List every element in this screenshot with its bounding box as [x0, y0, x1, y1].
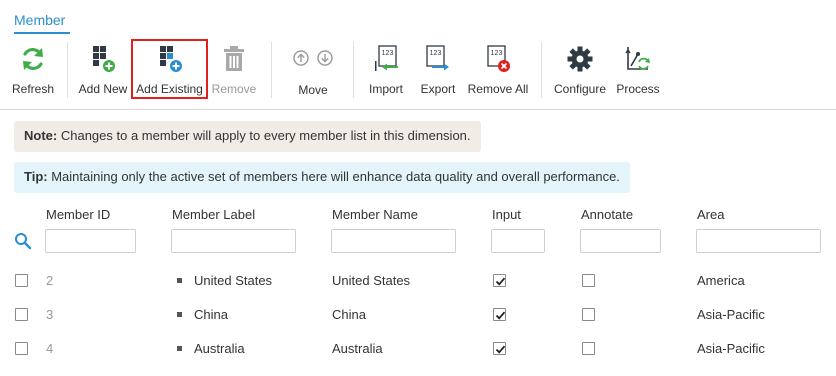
tab-member[interactable]: Member	[14, 12, 65, 28]
member-label: China	[194, 307, 228, 322]
row-select-checkbox[interactable]	[15, 274, 28, 287]
process-button[interactable]: Process	[612, 36, 664, 108]
member-label: Australia	[194, 341, 245, 356]
export-label: Export	[420, 82, 456, 96]
area: America	[697, 273, 745, 288]
export-icon: 123	[423, 44, 453, 74]
toolbar: Refresh Add New Add Existing Remove Move…	[0, 36, 836, 110]
member-label: United States	[194, 273, 273, 288]
member-id: 2	[46, 273, 54, 288]
toolbar-divider	[541, 42, 542, 98]
column-header-member-id[interactable]: Member ID	[46, 207, 110, 222]
member-id: 4	[46, 341, 54, 356]
column-header-annotate[interactable]: Annotate	[581, 207, 633, 222]
search-icon[interactable]	[14, 232, 32, 253]
import-icon: 123	[371, 44, 401, 74]
trash-icon	[219, 44, 249, 74]
configure-button[interactable]: Configure	[550, 36, 610, 108]
move-label: Move	[298, 83, 328, 97]
bullet-icon	[177, 312, 182, 317]
move-up-icon[interactable]	[293, 50, 309, 66]
process-label: Process	[616, 82, 660, 96]
input-checkbox[interactable]	[493, 342, 506, 355]
remove-button[interactable]: Remove	[208, 36, 260, 108]
area: Asia-Pacific	[697, 307, 765, 322]
refresh-label: Refresh	[11, 82, 55, 96]
filter-member-name[interactable]	[331, 229, 456, 253]
svg-text:123: 123	[430, 50, 442, 57]
annotate-checkbox[interactable]	[582, 342, 595, 355]
row-select-checkbox[interactable]	[15, 342, 28, 355]
svg-text:123: 123	[382, 50, 394, 57]
add-existing-label: Add Existing	[136, 82, 203, 96]
tab-active-indicator	[14, 32, 70, 34]
member-id: 3	[46, 307, 54, 322]
remove-all-label: Remove All	[467, 82, 529, 96]
svg-text:123: 123	[491, 50, 503, 57]
annotate-checkbox[interactable]	[582, 274, 595, 287]
note-banner: Note: Changes to a member will apply to …	[14, 121, 481, 152]
refresh-button[interactable]: Refresh	[6, 36, 60, 108]
bullet-icon	[177, 278, 182, 283]
refresh-icon	[18, 44, 48, 74]
filter-member-label[interactable]	[171, 229, 296, 253]
member-name: China	[332, 307, 366, 322]
filter-member-id[interactable]	[45, 229, 136, 253]
import-label: Import	[368, 82, 403, 96]
remove-all-button[interactable]: 123 Remove All	[464, 36, 532, 108]
column-header-member-label[interactable]: Member Label	[172, 207, 255, 222]
add-new-label: Add New	[78, 82, 128, 96]
filter-annotate[interactable]	[580, 229, 661, 253]
tab-bar: Member	[0, 0, 836, 36]
table-row[interactable]: 3 China China Asia-Pacific	[0, 298, 836, 332]
table-row[interactable]: 4 Australia Australia Asia-Pacific	[0, 332, 836, 366]
note-text: Changes to a member will apply to every …	[60, 128, 471, 143]
process-icon	[623, 44, 653, 74]
input-checkbox[interactable]	[493, 274, 506, 287]
export-button[interactable]: 123 Export	[414, 36, 462, 108]
import-button[interactable]: 123 Import	[362, 36, 410, 108]
column-header-input[interactable]: Input	[492, 207, 521, 222]
toolbar-divider	[353, 42, 354, 98]
note-prefix: Note:	[24, 128, 58, 143]
toolbar-divider	[67, 42, 68, 98]
row-select-checkbox[interactable]	[15, 308, 28, 321]
area: Asia-Pacific	[697, 341, 765, 356]
move-down-icon[interactable]	[317, 50, 333, 66]
filter-area[interactable]	[696, 229, 821, 253]
column-header-area[interactable]: Area	[697, 207, 724, 222]
member-name: Australia	[332, 341, 383, 356]
tip-text: Maintaining only the active set of membe…	[51, 169, 620, 184]
move-button-group: Move	[282, 36, 344, 108]
toolbar-divider	[271, 42, 272, 98]
add-new-icon	[88, 44, 118, 74]
tip-banner: Tip: Maintaining only the active set of …	[14, 162, 630, 193]
member-name: United States	[332, 273, 411, 288]
input-checkbox[interactable]	[493, 308, 506, 321]
filter-input[interactable]	[491, 229, 545, 253]
add-existing-button[interactable]: Add Existing	[133, 36, 206, 108]
annotate-checkbox[interactable]	[582, 308, 595, 321]
bullet-icon	[177, 346, 182, 351]
add-new-button[interactable]: Add New	[76, 36, 130, 108]
add-existing-icon	[155, 44, 185, 74]
remove-label: Remove	[211, 82, 257, 96]
gear-icon	[565, 44, 595, 74]
remove-all-icon: 123	[483, 44, 513, 74]
table-row[interactable]: 2 United States United States America	[0, 264, 836, 298]
configure-label: Configure	[553, 82, 607, 96]
column-header-member-name[interactable]: Member Name	[332, 207, 418, 222]
tip-prefix: Tip:	[24, 169, 48, 184]
